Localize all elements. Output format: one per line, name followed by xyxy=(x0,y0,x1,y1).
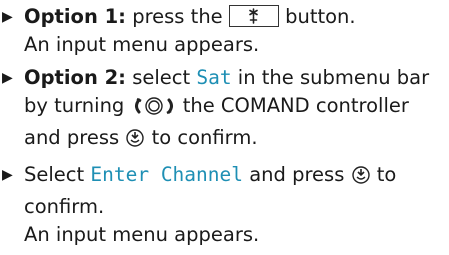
option-label: Option 2: xyxy=(24,66,126,89)
step-text: by turning xyxy=(24,94,125,117)
controller-press-icon xyxy=(351,165,371,193)
step-text: the COMAND controller xyxy=(182,94,409,117)
step-text: select xyxy=(132,66,191,89)
step-text: confirm. xyxy=(24,195,105,218)
step-text: button. xyxy=(285,5,356,28)
step-text: to xyxy=(376,163,397,186)
list-item: ▶ Option 1: press the button. An input m… xyxy=(0,3,449,59)
instruction-list: ▶ Option 1: press the button. An input m… xyxy=(0,0,449,249)
step-line: Option 1: press the button. xyxy=(24,3,449,31)
step-line: Select Enter Channel and press to xyxy=(24,161,449,193)
step-text: and press xyxy=(249,163,345,186)
bullet-triangle-icon: ▶ xyxy=(2,9,13,25)
menu-term: Enter Channel xyxy=(90,163,243,186)
result-text: An input menu appears. xyxy=(24,223,260,246)
controller-turn-icon xyxy=(131,96,177,124)
step-text: to confirm. xyxy=(151,126,258,149)
step-text: in the submenu bar xyxy=(237,66,430,89)
controller-press-icon xyxy=(125,128,145,156)
step-text: press the xyxy=(132,5,223,28)
result-text: An input menu appears. xyxy=(24,33,260,56)
asterisk-key-icon xyxy=(228,5,279,27)
menu-term: Sat xyxy=(196,66,232,89)
bullet-triangle-icon: ▶ xyxy=(2,167,13,183)
step-line: and press to confirm. xyxy=(24,124,449,156)
list-item: ▶ Select Enter Channel and press to conf… xyxy=(0,161,449,249)
step-text: and press xyxy=(24,126,120,149)
step-text: Select xyxy=(24,163,85,186)
step-line: by turning the COMAND controller xyxy=(24,92,449,124)
bullet-triangle-icon: ▶ xyxy=(2,70,13,86)
step-line: Option 2: select Sat in the submenu bar xyxy=(24,64,449,92)
list-item: ▶ Option 2: select Sat in the submenu ba… xyxy=(0,64,449,156)
option-label: Option 1: xyxy=(24,5,126,28)
